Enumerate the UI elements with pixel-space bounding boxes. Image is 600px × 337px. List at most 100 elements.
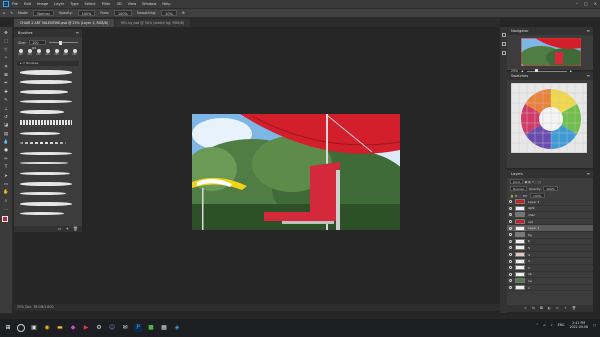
lock-icons[interactable]: 🔒 ✥ ⬚: [510, 194, 521, 198]
network-icon[interactable]: ⌂: [544, 323, 546, 327]
new-brush-icon[interactable]: +: [66, 226, 69, 232]
tab-chair-document[interactable]: CHAIR 2 ART VALENTINE.psd @ 25% (Layer 1…: [14, 19, 115, 27]
photoshop-taskbar-icon[interactable]: P: [134, 324, 142, 332]
brush-tool-icon[interactable]: ✎: [3, 98, 9, 103]
chrome-icon[interactable]: ◉: [43, 324, 51, 332]
brush-tip[interactable]: 200: [26, 49, 33, 58]
layer-row[interactable]: 2: [507, 265, 593, 272]
eyedropper-icon[interactable]: ✒: [3, 81, 9, 86]
brush-tip[interactable]: 200: [35, 49, 42, 58]
new-group-icon[interactable]: ▭: [556, 305, 559, 312]
video-app-icon[interactable]: ▶: [82, 324, 90, 332]
layer-row[interactable]: 5: [507, 245, 593, 252]
healing-brush-icon[interactable]: ✚: [3, 90, 9, 95]
home-icon[interactable]: ⌂: [3, 11, 5, 15]
new-group-icon[interactable]: ▭: [58, 226, 62, 232]
layer-row[interactable]: 3: [507, 258, 593, 265]
file-explorer-icon[interactable]: ▬: [56, 324, 64, 332]
shape-tool-icon[interactable]: ▭: [3, 182, 9, 187]
visibility-eye-icon[interactable]: [509, 206, 512, 210]
maximize-icon[interactable]: □: [584, 1, 588, 6]
menu-view[interactable]: View: [128, 2, 137, 6]
brush-stroke[interactable]: [20, 120, 72, 125]
quick-select-icon[interactable]: ✧: [3, 56, 9, 61]
brush-folder[interactable]: ▸ ▭ Brushes: [17, 61, 79, 66]
search-icon[interactable]: [17, 324, 25, 332]
flow-field[interactable]: 100%: [114, 10, 132, 16]
visibility-eye-icon[interactable]: [509, 246, 512, 250]
history-panel-icon[interactable]: [501, 33, 506, 37]
path-select-icon[interactable]: ➤: [3, 174, 9, 179]
visibility-eye-icon[interactable]: [509, 239, 512, 243]
panel-menu-icon[interactable]: ≡: [587, 27, 590, 35]
visibility-eye-icon[interactable]: [509, 213, 512, 217]
app-icon[interactable]: ■: [147, 324, 155, 332]
delete-brush-icon[interactable]: 🗑: [73, 226, 78, 232]
brush-preset-icon[interactable]: ✎: [10, 11, 13, 15]
panel-menu-icon[interactable]: ≡: [76, 29, 79, 37]
brush-stroke[interactable]: [20, 192, 66, 195]
crop-tool-icon[interactable]: ⌗: [3, 65, 9, 70]
mode-select[interactable]: Normal: [33, 10, 54, 16]
filter-icons[interactable]: ▣ ◐ T ⬚ ▢: [525, 180, 542, 184]
volume-icon[interactable]: ♪: [551, 323, 553, 327]
layer-row[interactable]: 4: [507, 252, 593, 259]
eraser-tool-icon[interactable]: ◪: [3, 123, 9, 128]
brush-tip[interactable]: 200: [62, 49, 69, 58]
layer-style-icon[interactable]: fx: [532, 305, 535, 312]
menu-3d[interactable]: 3D: [117, 2, 122, 6]
foreground-color-swatch[interactable]: [2, 215, 8, 222]
brush-stroke[interactable]: [20, 80, 72, 84]
layer-row[interactable]: bg: [507, 232, 593, 239]
discord-icon[interactable]: ☺: [108, 324, 116, 332]
layer-kind-filter[interactable]: Kind: [510, 179, 523, 184]
brush-stroke[interactable]: [20, 110, 64, 114]
language-indicator[interactable]: ENG: [558, 323, 565, 327]
visibility-eye-icon[interactable]: [509, 259, 512, 263]
brush-stroke[interactable]: [20, 90, 68, 94]
brush-stroke[interactable]: [20, 202, 72, 206]
opacity-field[interactable]: 100%: [77, 10, 96, 16]
blend-mode-select[interactable]: Normal: [510, 186, 527, 191]
layer-fill-field[interactable]: 100%: [530, 193, 545, 198]
layer-row[interactable]: 1a: [507, 278, 593, 285]
layer-row[interactable]: light: [507, 205, 593, 213]
brush-size-knob[interactable]: [59, 40, 63, 45]
layer-row[interactable]: 1: [507, 285, 593, 292]
brush-stroke[interactable]: [20, 142, 66, 144]
blur-tool-icon[interactable]: 💧: [3, 140, 9, 145]
delete-layer-icon[interactable]: 🗑: [572, 305, 576, 312]
frame-tool-icon[interactable]: ⊠: [3, 73, 9, 78]
brush-stroke[interactable]: [20, 70, 72, 75]
navigator-thumbnail[interactable]: [521, 38, 581, 66]
layer-row-selected[interactable]: Layer 1: [507, 225, 593, 232]
minimize-icon[interactable]: –: [576, 1, 578, 6]
menu-select[interactable]: Select: [85, 2, 96, 6]
menu-layer[interactable]: Layer: [54, 2, 64, 6]
visibility-eye-icon[interactable]: [509, 286, 512, 290]
settings-gear-icon[interactable]: ⚙: [182, 11, 185, 15]
clone-stamp-icon[interactable]: ⊥: [3, 107, 9, 112]
adjustment-layer-icon[interactable]: ◐: [548, 305, 551, 312]
menu-help[interactable]: Help: [162, 2, 170, 6]
brush-stroke[interactable]: [20, 212, 64, 215]
brush-stroke[interactable]: [20, 172, 70, 175]
layer-row[interactable]: 6: [507, 238, 593, 246]
move-tool-icon[interactable]: ✥: [3, 31, 9, 36]
pen-tool-icon[interactable]: ✑: [3, 157, 9, 162]
document-canvas[interactable]: [192, 114, 400, 230]
visibility-eye-icon[interactable]: [509, 253, 512, 257]
layer-row[interactable]: 1b: [507, 271, 593, 279]
task-view-icon[interactable]: ▣: [30, 324, 38, 332]
layer-row[interactable]: red: [507, 219, 593, 226]
clock[interactable]: 2:41 PM 2022-09-08: [569, 321, 588, 329]
menu-type[interactable]: Type: [70, 2, 78, 6]
visibility-eye-icon[interactable]: [509, 279, 512, 283]
link-layers-icon[interactable]: ∞: [524, 305, 527, 312]
layer-row[interactable]: Layer 2: [507, 199, 593, 206]
properties-panel-icon[interactable]: [501, 42, 506, 46]
brush-stroke[interactable]: [20, 162, 68, 164]
start-windows-icon[interactable]: ⊞: [4, 324, 12, 332]
brush-stroke[interactable]: [20, 152, 72, 155]
visibility-eye-icon[interactable]: [509, 272, 512, 276]
